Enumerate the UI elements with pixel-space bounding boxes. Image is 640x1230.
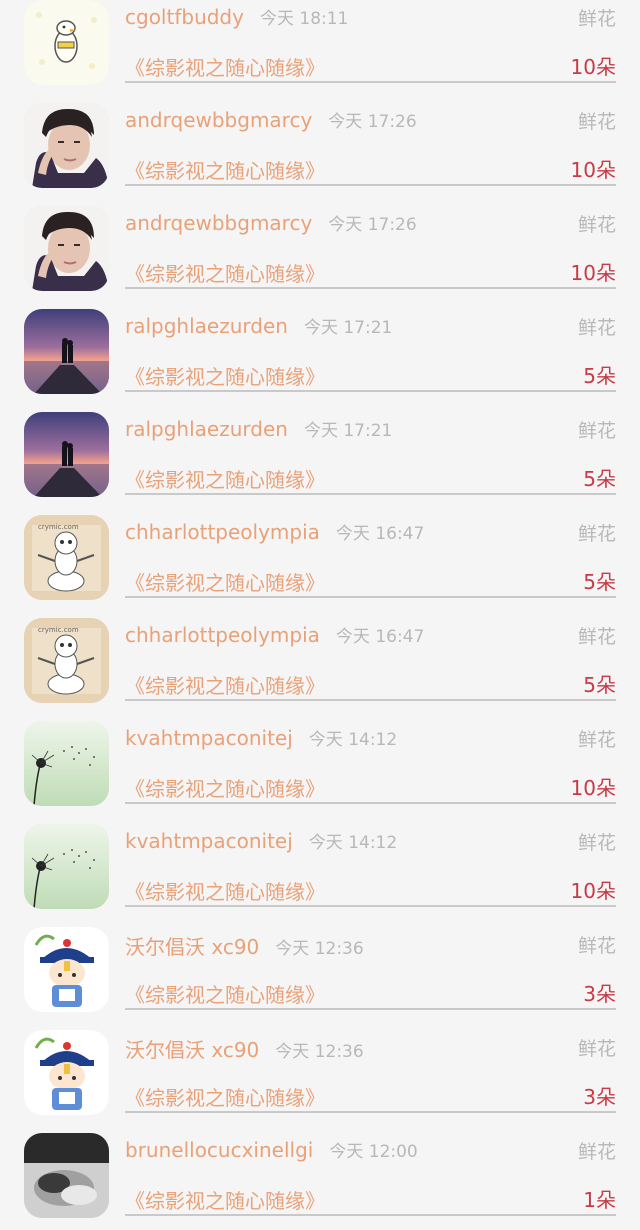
username[interactable]: 沃尔倡沃 xc90 今天 12:36: [125, 931, 364, 960]
avatar-qing[interactable]: [24, 1030, 109, 1115]
timestamp: 今天 14:12: [308, 833, 398, 853]
gift-amount: 3朵: [583, 1085, 616, 1109]
username[interactable]: kvahtmpaconitej 今天 14:12: [125, 828, 397, 853]
book-title[interactable]: 《综影视之随心随缘》: [125, 979, 325, 1008]
gift-record-row[interactable]: ralpghlaezurden 今天 17:21 鲜花 《综影视之随心随缘》 5朵: [0, 406, 640, 509]
book-title[interactable]: 《综影视之随心随缘》: [125, 567, 325, 596]
row-divider: [125, 802, 616, 804]
gift-type-label: 鲜花: [577, 317, 616, 339]
book-title[interactable]: 《综影视之随心随缘》: [125, 773, 325, 802]
row-divider: [125, 287, 616, 289]
gift-type-label: 鲜花: [577, 729, 616, 751]
row-divider: [125, 1111, 616, 1113]
gift-type-label: 鲜花: [577, 111, 616, 133]
username[interactable]: andrqewbbgmarcy 今天 17:26: [125, 210, 417, 235]
gift-record-row[interactable]: kvahtmpaconitej 今天 14:12 鲜花 《综影视之随心随缘》 10…: [0, 818, 640, 921]
username[interactable]: chharlottpeolympia 今天 16:47: [125, 622, 424, 647]
gift-record-row[interactable]: crymic.com chharlottpeolympia 今天 16:47 鲜花…: [0, 509, 640, 612]
row-divider: [125, 1008, 616, 1010]
gift-amount: 5朵: [583, 570, 616, 594]
book-title[interactable]: 《综影视之随心随缘》: [125, 670, 325, 699]
avatar-sunset[interactable]: [24, 412, 109, 497]
book-title[interactable]: 《综影视之随心随缘》: [125, 1082, 325, 1111]
row-divider: [125, 493, 616, 495]
gift-type-label: 鲜花: [577, 420, 616, 442]
username[interactable]: ralpghlaezurden 今天 17:21: [125, 416, 392, 441]
avatar-cartoon[interactable]: crymic.com: [24, 618, 109, 703]
book-title[interactable]: 《综影视之随心随缘》: [125, 258, 325, 287]
timestamp: 今天 12:36: [275, 1042, 364, 1062]
gift-record-row[interactable]: brunellocucxinellgi 今天 12:00 鲜花 《综影视之随心随缘…: [0, 1127, 640, 1230]
book-title[interactable]: 《综影视之随心随缘》: [125, 52, 325, 81]
gift-record-row[interactable]: 沃尔倡沃 xc90 今天 12:36 鲜花 《综影视之随心随缘》 3朵: [0, 921, 640, 1024]
timestamp: 今天 17:26: [328, 112, 417, 132]
timestamp: 今天 17:21: [303, 421, 393, 441]
username[interactable]: cgoltfbuddy 今天 18:11: [125, 4, 348, 29]
username[interactable]: brunellocucxinellgi 今天 12:00: [125, 1137, 418, 1162]
gift-record-row[interactable]: kvahtmpaconitej 今天 14:12 鲜花 《综影视之随心随缘》 10…: [0, 715, 640, 818]
username[interactable]: kvahtmpaconitej 今天 14:12: [125, 725, 397, 750]
book-title[interactable]: 《综影视之随心随缘》: [125, 464, 325, 493]
username[interactable]: chharlottpeolympia 今天 16:47: [125, 519, 424, 544]
gift-record-list: cgoltfbuddy 今天 18:11 鲜花 《综影视之随心随缘》 10朵 an…: [0, 0, 640, 1230]
timestamp: 今天 16:47: [335, 627, 425, 647]
gift-type-label: 鲜花: [577, 1141, 616, 1163]
gift-amount: 10朵: [570, 879, 616, 903]
gift-amount: 10朵: [570, 776, 616, 800]
gift-type-label: 鲜花: [577, 626, 616, 648]
timestamp: 今天 18:11: [259, 9, 349, 29]
svg-text:crymic.com: crymic.com: [38, 523, 79, 531]
gift-amount: 10朵: [570, 55, 616, 79]
gift-type-label: 鲜花: [577, 8, 616, 30]
avatar-cartoon[interactable]: crymic.com: [24, 515, 109, 600]
row-divider: [125, 1214, 616, 1216]
avatar-chick[interactable]: [24, 0, 109, 85]
timestamp: 今天 17:21: [303, 318, 393, 338]
gift-amount: 5朵: [583, 467, 616, 491]
gift-type-label: 鲜花: [577, 1038, 616, 1060]
timestamp: 今天 17:26: [328, 215, 417, 235]
timestamp: 今天 12:00: [329, 1142, 418, 1162]
gift-record-row[interactable]: andrqewbbgmarcy 今天 17:26 鲜花 《综影视之随心随缘》 10…: [0, 200, 640, 303]
gift-record-row[interactable]: andrqewbbgmarcy 今天 17:26 鲜花 《综影视之随心随缘》 10…: [0, 97, 640, 200]
gift-record-row[interactable]: crymic.com chharlottpeolympia 今天 16:47 鲜花…: [0, 612, 640, 715]
gift-type-label: 鲜花: [577, 523, 616, 545]
book-title[interactable]: 《综影视之随心随缘》: [125, 361, 325, 390]
timestamp: 今天 14:12: [308, 730, 398, 750]
avatar-qing[interactable]: [24, 927, 109, 1012]
avatar-dandelion[interactable]: [24, 824, 109, 909]
gift-amount: 1朵: [583, 1188, 616, 1212]
username[interactable]: andrqewbbgmarcy 今天 17:26: [125, 107, 417, 132]
row-divider: [125, 699, 616, 701]
row-divider: [125, 81, 616, 83]
gift-type-label: 鲜花: [577, 832, 616, 854]
gift-amount: 10朵: [570, 261, 616, 285]
username[interactable]: ralpghlaezurden 今天 17:21: [125, 313, 392, 338]
avatar-man[interactable]: [24, 206, 109, 291]
username[interactable]: 沃尔倡沃 xc90 今天 12:36: [125, 1034, 364, 1063]
timestamp: 今天 16:47: [335, 524, 425, 544]
svg-text:crymic.com: crymic.com: [38, 626, 79, 634]
timestamp: 今天 12:36: [275, 939, 364, 959]
gift-amount: 5朵: [583, 364, 616, 388]
row-divider: [125, 184, 616, 186]
gift-amount: 5朵: [583, 673, 616, 697]
row-divider: [125, 390, 616, 392]
avatar-sunset[interactable]: [24, 309, 109, 394]
avatar-dandelion[interactable]: [24, 721, 109, 806]
book-title[interactable]: 《综影视之随心随缘》: [125, 876, 325, 905]
gift-amount: 10朵: [570, 158, 616, 182]
avatar-man[interactable]: [24, 103, 109, 188]
book-title[interactable]: 《综影视之随心随缘》: [125, 155, 325, 184]
gift-type-label: 鲜花: [577, 935, 616, 957]
gift-record-row[interactable]: 沃尔倡沃 xc90 今天 12:36 鲜花 《综影视之随心随缘》 3朵: [0, 1024, 640, 1127]
avatar-bw[interactable]: [24, 1133, 109, 1218]
gift-amount: 3朵: [583, 982, 616, 1006]
gift-record-row[interactable]: ralpghlaezurden 今天 17:21 鲜花 《综影视之随心随缘》 5朵: [0, 303, 640, 406]
gift-type-label: 鲜花: [577, 214, 616, 236]
gift-record-row[interactable]: cgoltfbuddy 今天 18:11 鲜花 《综影视之随心随缘》 10朵: [0, 0, 640, 97]
row-divider: [125, 905, 616, 907]
row-divider: [125, 596, 616, 598]
